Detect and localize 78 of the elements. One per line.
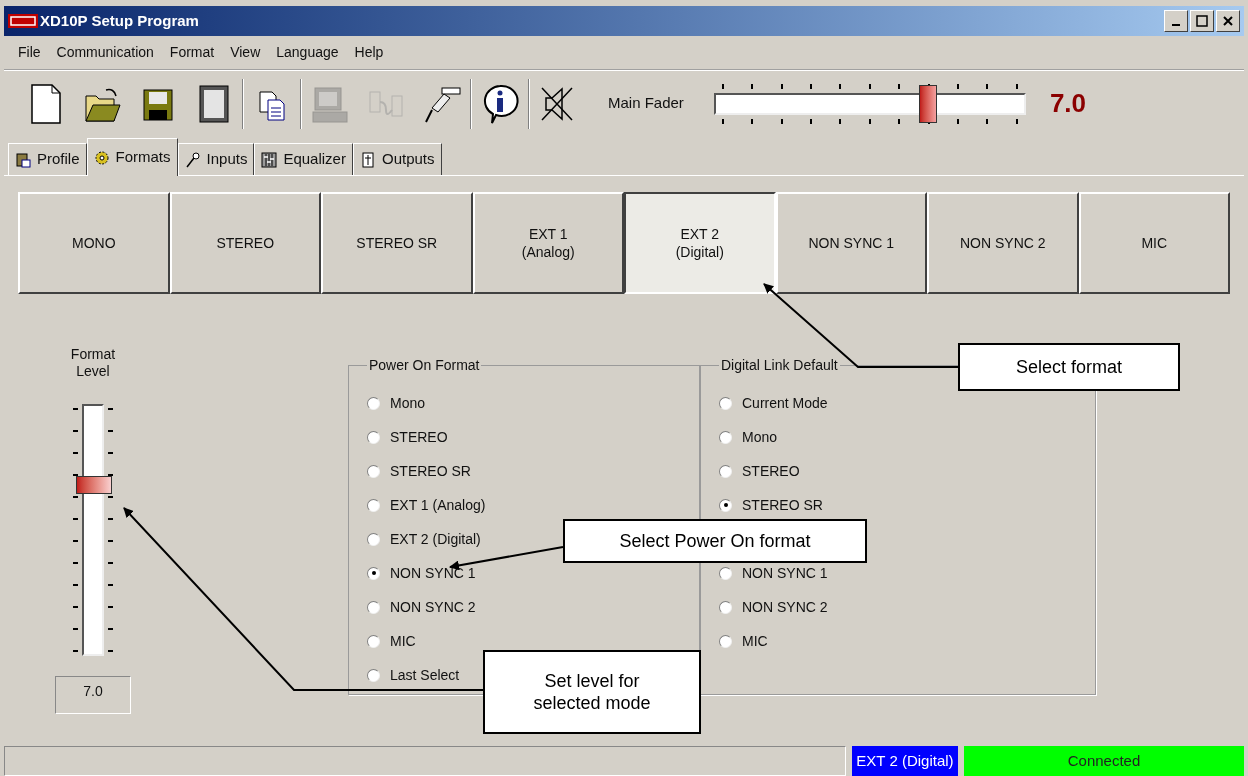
main-fader-value: 7.0: [1049, 87, 1087, 120]
radio-button[interactable]: [719, 396, 732, 410]
radio-button[interactable]: [367, 566, 380, 580]
tab[interactable]: Inputs: [177, 143, 255, 175]
radio-label: STEREO: [390, 427, 448, 447]
fader-icon: [359, 151, 376, 168]
menu-item[interactable]: Language: [276, 42, 339, 63]
microphone-icon: [184, 151, 201, 168]
radio-label: NON SYNC 1: [742, 563, 828, 583]
radio-label: MIC: [742, 631, 768, 651]
callout-box: Select format: [958, 343, 1180, 391]
radio-label: Mono: [390, 393, 426, 413]
radio-button[interactable]: [719, 600, 732, 614]
maximize-button[interactable]: [1190, 10, 1214, 32]
radio-label: NON SYNC 1: [390, 563, 476, 583]
level-value-field: 7.0: [55, 676, 131, 714]
app-logo-icon: [8, 14, 38, 28]
radio-label: EXT 1 (Analog): [390, 495, 486, 515]
radio-label: EXT 2 (Digital): [390, 529, 481, 549]
menu-item[interactable]: File: [18, 42, 41, 63]
format-level-label: Level: [76, 363, 110, 380]
radio-button[interactable]: [367, 396, 380, 410]
radio-button[interactable]: [367, 668, 380, 682]
radio-label: MIC: [390, 631, 416, 651]
radio-button[interactable]: [367, 430, 380, 444]
format-button[interactable]: MONO: [18, 192, 170, 294]
radio-button[interactable]: [719, 566, 732, 580]
menu-item[interactable]: Communication: [56, 42, 154, 63]
radio-label: STEREO SR: [742, 495, 823, 515]
maximize-icon: [1196, 15, 1208, 27]
radio-button[interactable]: [367, 498, 380, 512]
radio-label: Current Mode: [742, 393, 828, 413]
format-button[interactable]: NON SYNC 2: [927, 192, 1079, 294]
tab[interactable]: Formats: [86, 138, 178, 176]
menu-item[interactable]: View: [230, 42, 261, 63]
radio-label: NON SYNC 2: [742, 597, 828, 617]
level-thumb[interactable]: [76, 476, 112, 495]
gear-icon: [93, 149, 110, 166]
radio-label: Last Select: [390, 665, 460, 685]
tab[interactable]: Profile: [8, 143, 87, 175]
main-fader-label: Main Fader: [608, 93, 684, 114]
format-button[interactable]: MIC: [1078, 192, 1230, 294]
equalizer-icon: [261, 151, 278, 168]
format-level-label: Format: [70, 346, 116, 363]
radio-button[interactable]: [719, 634, 732, 648]
radio-label: NON SYNC 2: [390, 597, 476, 617]
close-button[interactable]: [1216, 10, 1240, 32]
status-panel: EXT 2 (Digital): [852, 746, 958, 776]
callout-box: Set level for selected mode: [483, 650, 701, 734]
radio-label: Mono: [742, 427, 778, 447]
radio-button[interactable]: [719, 430, 732, 444]
format-button[interactable]: NON SYNC 1: [775, 192, 927, 294]
format-button[interactable]: STEREO SR: [321, 192, 473, 294]
radio-button[interactable]: [719, 464, 732, 478]
group-title: Power On Format: [368, 356, 481, 375]
format-button[interactable]: EXT 2 (Digital): [624, 192, 776, 294]
minimize-button[interactable]: [1164, 10, 1188, 32]
format-button[interactable]: STEREO: [169, 192, 321, 294]
format-button[interactable]: EXT 1 (Analog): [472, 192, 624, 294]
radio-button[interactable]: [367, 464, 380, 478]
menu-item[interactable]: Format: [169, 42, 215, 63]
radio-button[interactable]: [367, 634, 380, 648]
close-icon: [1222, 15, 1234, 27]
radio-label: STEREO SR: [390, 461, 471, 481]
radio-label: STEREO: [742, 461, 800, 481]
fader-thumb[interactable]: [919, 84, 938, 123]
callout-box: Select Power On format: [563, 519, 867, 563]
radio-button[interactable]: [367, 600, 380, 614]
radio-button[interactable]: [367, 532, 380, 546]
menu-item[interactable]: Help: [354, 42, 384, 63]
window-title: XD10P Setup Program: [40, 10, 199, 31]
tab[interactable]: Equalizer: [254, 143, 353, 175]
minimize-icon: [1172, 24, 1180, 26]
status-panel: Connected: [964, 746, 1244, 776]
radio-button[interactable]: [719, 498, 732, 512]
tab[interactable]: Outputs: [352, 143, 442, 175]
group-title: Digital Link Default: [720, 356, 839, 375]
clipboard-icon: [15, 151, 31, 168]
